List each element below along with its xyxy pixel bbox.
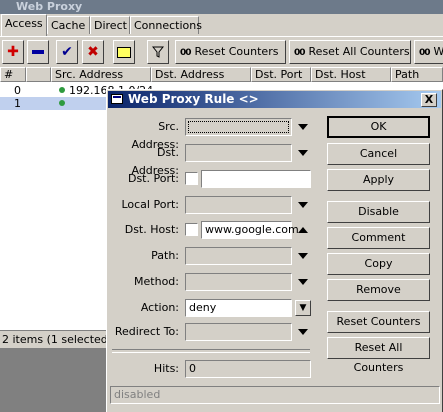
dialog-status-bar: disabled: [110, 386, 440, 404]
dst-address-field[interactable]: [185, 144, 292, 162]
hits-label: Hits:: [153, 362, 179, 375]
window-icon: [111, 94, 123, 104]
method-label: Method:: [134, 275, 179, 288]
dst-host-field[interactable]: www.google.com: [201, 221, 299, 239]
hits-field: 0: [185, 360, 311, 378]
row-number: 1: [14, 97, 21, 110]
reset-counters-button[interactable]: 00 Reset Counters: [175, 40, 286, 64]
x-icon: ✖: [87, 44, 99, 60]
path-field[interactable]: [185, 247, 292, 265]
dst-port-field[interactable]: [201, 170, 311, 188]
comment-button[interactable]: [113, 40, 135, 64]
column-header-dst-address[interactable]: Dst. Address: [151, 67, 251, 82]
comment-button[interactable]: Comment: [327, 227, 430, 249]
note-icon: [117, 46, 131, 58]
table-header: # Src. Address Dst. Address Dst. Port Ds…: [0, 67, 443, 82]
redirect-to-label: Redirect To:: [114, 325, 179, 338]
window-title: Web Proxy: [16, 0, 83, 13]
dst-port-label: Dst. Port:: [127, 172, 179, 185]
hits-value: 0: [189, 362, 196, 375]
plus-icon: ✚: [7, 44, 19, 60]
dst-host-negate-checkbox[interactable]: [185, 223, 198, 236]
close-button[interactable]: X: [421, 93, 437, 107]
tab-direct[interactable]: Direct: [90, 16, 130, 34]
dst-host-value: www.google.com: [205, 223, 299, 236]
action-select[interactable]: deny: [185, 299, 292, 317]
chevron-down-icon[interactable]: [298, 202, 308, 208]
enabled-dot-icon: [59, 100, 65, 106]
local-port-field[interactable]: [185, 196, 292, 214]
dialog-title-bar: Web Proxy Rule <>: [108, 91, 441, 108]
column-header-number[interactable]: #: [0, 67, 26, 82]
chevron-down-icon[interactable]: [298, 150, 308, 156]
copy-button[interactable]: Copy: [327, 253, 430, 275]
column-header-dst-port[interactable]: Dst. Port: [251, 67, 311, 82]
chevron-down-icon[interactable]: [298, 279, 308, 285]
tab-access[interactable]: Access: [1, 14, 47, 36]
tab-connections[interactable]: Connections: [130, 16, 202, 34]
reset-counters-button[interactable]: Reset Counters: [327, 311, 430, 333]
action-dropdown-button[interactable]: ▼: [295, 300, 311, 316]
action-value: deny: [189, 301, 217, 314]
method-field[interactable]: [185, 273, 292, 291]
disable-button[interactable]: ✖: [82, 40, 104, 64]
window-title-bar: Web Proxy: [0, 0, 443, 14]
reset-all-counters-button[interactable]: Reset All Counters: [327, 337, 430, 374]
reset-all-counters-button[interactable]: 00 Reset All Counters: [289, 40, 411, 64]
dst-host-label: Dst. Host:: [124, 223, 179, 236]
src-address-field[interactable]: [185, 118, 292, 136]
chevron-down-icon[interactable]: [298, 124, 308, 130]
enabled-dot-icon: [59, 87, 65, 93]
reset-all-counters-label: Reset All Counters: [308, 45, 410, 58]
close-icon: X: [424, 93, 434, 106]
dialog-title: Web Proxy Rule <>: [128, 92, 259, 106]
minus-icon: [32, 50, 44, 54]
chevron-up-icon[interactable]: [298, 227, 308, 233]
counter-icon: 00: [180, 48, 191, 58]
dst-port-negate-checkbox[interactable]: [185, 172, 198, 185]
web-button[interactable]: 00Web: [414, 40, 443, 64]
ok-button[interactable]: OK: [327, 116, 430, 138]
row-src-address: [59, 97, 69, 110]
path-label: Path:: [151, 249, 179, 262]
items-count: 2 items (1 selected): [2, 333, 113, 346]
funnel-icon: [152, 46, 164, 58]
counter-icon: 00: [419, 48, 430, 58]
chevron-down-icon: ▼: [299, 302, 307, 313]
apply-button[interactable]: Apply: [327, 169, 430, 191]
chevron-down-icon[interactable]: [298, 329, 308, 335]
cancel-button[interactable]: Cancel: [327, 143, 430, 165]
action-label: Action:: [140, 301, 179, 314]
redirect-to-field[interactable]: [185, 323, 292, 341]
disable-button[interactable]: Disable: [327, 201, 430, 223]
tab-bar: Access Cache Direct Connections: [0, 14, 443, 36]
reset-counters-label: Reset Counters: [194, 45, 279, 58]
column-header-src-address[interactable]: Src. Address: [51, 67, 151, 82]
column-header-flags[interactable]: [26, 67, 51, 82]
local-port-label: Local Port:: [121, 198, 179, 211]
counter-icon: 00: [294, 48, 305, 58]
separator: [112, 349, 310, 353]
row-number: 0: [14, 84, 21, 97]
toolbar: ✚ ✔ ✖ 00 Reset Counters 00 Reset All Count…: [0, 36, 443, 67]
remove-button[interactable]: Remove: [327, 279, 430, 301]
column-header-path[interactable]: Path: [391, 67, 443, 82]
add-button[interactable]: ✚: [2, 40, 24, 64]
tab-cache[interactable]: Cache: [47, 16, 90, 34]
check-icon: ✔: [61, 44, 73, 60]
chevron-down-icon[interactable]: [298, 253, 308, 259]
web-label: Web: [433, 45, 443, 58]
background-area: [0, 348, 110, 412]
column-header-dst-host[interactable]: Dst. Host: [311, 67, 391, 82]
enable-button[interactable]: ✔: [56, 40, 78, 64]
remove-button[interactable]: [27, 40, 49, 64]
filter-button[interactable]: [147, 40, 169, 64]
